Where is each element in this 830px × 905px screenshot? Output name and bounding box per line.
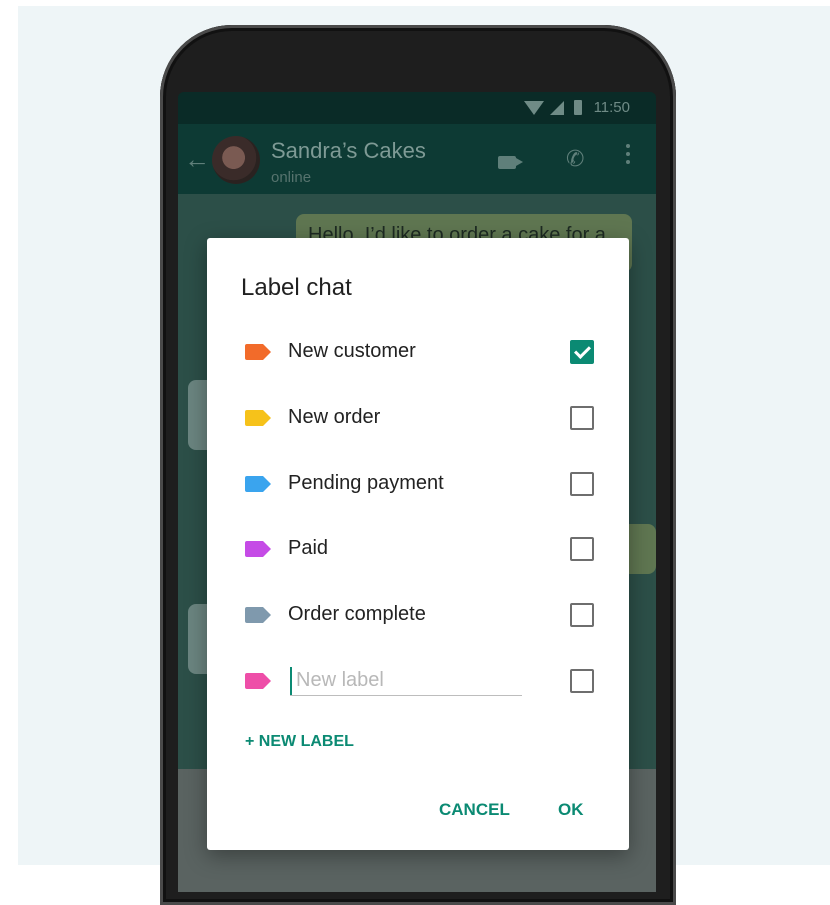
ok-button[interactable]: OK: [558, 800, 584, 820]
label-checkbox[interactable]: [570, 669, 594, 693]
label-name: Paid: [288, 537, 329, 559]
wifi-icon: [523, 100, 544, 115]
label-name: Order complete: [288, 603, 426, 625]
avatar[interactable]: [212, 136, 260, 184]
status-time: 11:50: [593, 99, 630, 116]
back-arrow-icon[interactable]: ←: [184, 144, 210, 175]
video-call-icon[interactable]: [498, 156, 516, 169]
label-name: New customer: [288, 340, 416, 362]
text-cursor: [290, 667, 292, 695]
label-tag-icon: [245, 476, 271, 492]
new-label-button[interactable]: + NEW LABEL: [245, 733, 354, 751]
label-row-new-customer[interactable]: New customer: [207, 332, 629, 372]
label-tag-icon: [245, 410, 271, 426]
battery-icon: [573, 100, 582, 115]
label-tag-icon: [245, 541, 271, 557]
label-row-order-complete[interactable]: Order complete: [207, 595, 629, 635]
cancel-button[interactable]: CANCEL: [439, 800, 510, 820]
label-name: Pending payment: [288, 472, 444, 494]
label-chat-dialog: Label chat New customer New order Pendin…: [207, 238, 629, 850]
label-row-paid[interactable]: Paid: [207, 529, 629, 569]
label-tag-icon: [245, 607, 271, 623]
label-checkbox[interactable]: [570, 472, 594, 496]
label-row-pending-payment[interactable]: Pending payment: [207, 464, 629, 504]
label-checkbox[interactable]: [570, 406, 594, 430]
label-checkbox[interactable]: [570, 340, 594, 364]
label-name: New order: [288, 406, 381, 428]
contact-status: online: [271, 169, 312, 186]
signal-icon: [549, 100, 564, 115]
phone-call-icon[interactable]: ✆: [566, 146, 584, 172]
new-label-input[interactable]: [290, 665, 522, 696]
label-tag-icon: [245, 673, 271, 689]
label-row-new-label: [207, 661, 629, 701]
label-row-new-order[interactable]: New order: [207, 398, 629, 438]
status-bar: 11:50: [178, 92, 656, 124]
more-options-icon[interactable]: [626, 144, 631, 164]
chat-header: ← Sandra’s Cakes online ✆: [178, 124, 656, 194]
label-tag-icon: [245, 344, 271, 360]
contact-name[interactable]: Sandra’s Cakes: [271, 138, 426, 164]
label-checkbox[interactable]: [570, 537, 594, 561]
dialog-title: Label chat: [241, 274, 352, 301]
label-checkbox[interactable]: [570, 603, 594, 627]
